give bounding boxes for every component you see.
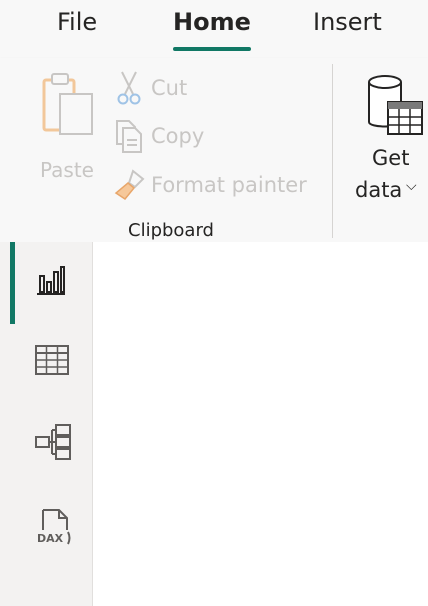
- copy-label: Copy: [151, 124, 205, 148]
- tab-file[interactable]: File: [57, 8, 97, 36]
- ribbon-separator: [332, 64, 333, 238]
- dax-icon: DAX: [37, 509, 71, 545]
- format-painter-label: Format painter: [151, 173, 307, 197]
- paste-icon: [42, 73, 93, 135]
- format-painter-button[interactable]: Format painter: [113, 165, 307, 205]
- dax-label: DAX: [37, 532, 64, 545]
- format-painter-icon: [114, 169, 145, 201]
- cut-button[interactable]: Cut: [113, 68, 187, 108]
- report-canvas[interactable]: [93, 242, 428, 606]
- bar-chart-icon: [37, 266, 65, 295]
- model-icon: [35, 424, 71, 460]
- paste-label: Paste: [40, 158, 94, 182]
- scissors-icon: [117, 71, 141, 105]
- cut-label: Cut: [151, 76, 188, 100]
- database-table-icon: [368, 75, 423, 135]
- nav-dax-query-view[interactable]: DAX: [13, 490, 91, 562]
- chevron-down-icon: ⌵: [406, 178, 417, 194]
- ribbon-home: Paste Cut Copy Format painter Clipboard: [0, 58, 428, 242]
- tab-home[interactable]: Home: [173, 8, 251, 36]
- nav-table-view[interactable]: [13, 326, 91, 398]
- nav-report-view[interactable]: [13, 246, 91, 318]
- ribbon-tabs: File Home Insert: [0, 0, 428, 58]
- paste-button[interactable]: Paste: [36, 72, 100, 182]
- table-grid-icon: [35, 345, 69, 375]
- get-data-label-line1: Get: [372, 146, 410, 170]
- nav-model-view[interactable]: [13, 406, 91, 478]
- active-tab-indicator: [173, 47, 251, 51]
- tab-insert[interactable]: Insert: [313, 8, 382, 36]
- copy-button[interactable]: Copy: [113, 116, 204, 156]
- copy-icon: [116, 120, 142, 153]
- clipboard-group-label: Clipboard: [128, 220, 214, 241]
- get-data-label-line2: data: [355, 178, 403, 202]
- get-data-button[interactable]: Get data ⌵: [350, 72, 428, 212]
- active-view-indicator: [10, 242, 15, 324]
